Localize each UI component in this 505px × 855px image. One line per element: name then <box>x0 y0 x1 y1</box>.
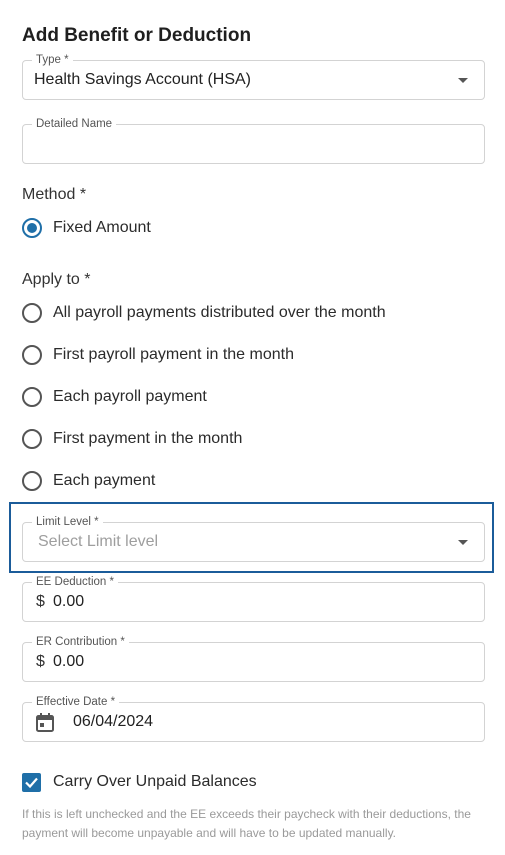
ee-deduction-label: EE Deduction * <box>32 575 118 589</box>
radio-unchecked-icon <box>22 429 42 449</box>
calendar-icon[interactable] <box>35 712 55 738</box>
radio-fixed-amount[interactable]: Fixed Amount <box>22 217 151 239</box>
method-label: Method * <box>22 186 87 203</box>
radio-each-payroll-payment[interactable]: Each payroll payment <box>22 386 207 408</box>
dollar-sign: $ <box>36 653 45 670</box>
ee-deduction-field[interactable]: EE Deduction * $ 0.00 <box>22 575 485 622</box>
limit-level-select[interactable]: Limit Level * Select Limit level <box>22 515 485 562</box>
chevron-down-icon <box>458 78 468 83</box>
apply-to-label: Apply to * <box>22 271 91 288</box>
radio-checked-icon <box>22 218 42 238</box>
radio-all-payroll-payments[interactable]: All payroll payments distributed over th… <box>22 302 386 324</box>
radio-label: Fixed Amount <box>53 219 151 236</box>
er-contribution-field[interactable]: ER Contribution * $ 0.00 <box>22 635 485 682</box>
radio-label: First payment in the month <box>53 430 243 447</box>
effective-date-field[interactable]: Effective Date * 06/04/2024 <box>22 695 485 742</box>
radio-label: All payroll payments distributed over th… <box>53 304 386 321</box>
radio-first-payment[interactable]: First payment in the month <box>22 428 242 450</box>
detailed-name-label: Detailed Name <box>32 117 117 131</box>
page-title: Add Benefit or Deduction <box>22 25 252 46</box>
type-label: Type * <box>32 53 73 67</box>
limit-level-label: Limit Level * <box>32 515 103 529</box>
radio-label: Each payroll payment <box>53 388 207 405</box>
carry-over-label[interactable]: Carry Over Unpaid Balances <box>53 773 257 791</box>
checkmark-icon <box>25 777 38 789</box>
carry-over-help-text: If this is left unchecked and the EE exc… <box>22 807 471 840</box>
er-contribution-value: 0.00 <box>53 653 85 670</box>
er-contribution-label: ER Contribution * <box>32 635 129 649</box>
radio-unchecked-icon <box>22 471 42 491</box>
radio-unchecked-icon <box>22 387 42 407</box>
effective-date-label: Effective Date * <box>32 695 120 709</box>
radio-label: First payroll payment in the month <box>53 346 294 363</box>
carry-over-checkbox[interactable] <box>22 773 41 792</box>
type-value: Health Savings Account (HSA) <box>34 71 251 88</box>
radio-label: Each payment <box>53 472 156 489</box>
radio-unchecked-icon <box>22 345 42 365</box>
limit-level-placeholder: Select Limit level <box>38 533 159 550</box>
radio-first-payroll-payment[interactable]: First payroll payment in the month <box>22 344 294 366</box>
ee-deduction-value: 0.00 <box>53 593 85 610</box>
effective-date-value: 06/04/2024 <box>73 713 154 730</box>
chevron-down-icon <box>458 540 468 545</box>
dollar-sign: $ <box>36 593 45 610</box>
radio-each-payment[interactable]: Each payment <box>22 470 155 492</box>
detailed-name-field[interactable]: Detailed Name <box>22 117 485 164</box>
type-select[interactable]: Type * Health Savings Account (HSA) <box>22 53 485 100</box>
radio-unchecked-icon <box>22 303 42 323</box>
